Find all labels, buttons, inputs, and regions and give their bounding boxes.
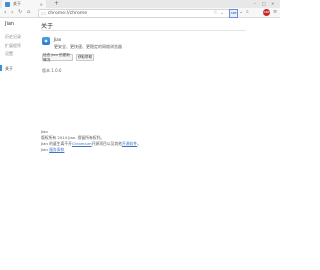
footer-credits-suffix: 。 xyxy=(137,141,141,146)
title-divider xyxy=(41,30,246,31)
tab-about[interactable]: 关于 × xyxy=(2,0,46,8)
footer-terms-prefix: Jian xyxy=(41,147,48,152)
page-icon: ▭ xyxy=(41,10,46,17)
menu-icon[interactable]: ≡ xyxy=(273,9,277,16)
app-name: Jian xyxy=(54,37,62,42)
version-text: 版本 1.0.0 xyxy=(42,68,62,73)
maximize-button[interactable]: □ xyxy=(262,0,266,8)
bookmark-star-icon[interactable]: ☆ xyxy=(213,10,217,17)
dropdown-icon[interactable]: ⌄ xyxy=(220,10,224,17)
footer-product: Jian xyxy=(41,129,48,134)
forward-button[interactable]: › xyxy=(11,9,13,16)
search-icon[interactable]: ⌕ xyxy=(246,9,249,16)
app-logo-icon: ◉ xyxy=(42,37,50,45)
check-updates-button[interactable]: 检查 Jian 的更新情况 xyxy=(42,53,73,62)
sidebar-item-history[interactable]: 历史记录 xyxy=(5,34,21,40)
browser-toolbar: ‹ › ↻ ⌂ ▭ chrome://chrome ☆ ⌄ ABP ⌄ ⌕ AB… xyxy=(0,8,280,18)
page-title: 关于 xyxy=(41,23,54,30)
reload-button[interactable]: ↻ xyxy=(18,9,22,16)
sidebar-item-settings[interactable]: 设置 xyxy=(5,51,13,57)
active-indicator xyxy=(0,65,2,71)
extension-button[interactable]: ABP xyxy=(229,9,238,18)
open-source-link[interactable]: 开源软件 xyxy=(122,141,137,146)
sidebar-item-about[interactable]: 关于 xyxy=(5,66,13,72)
tab-close-icon[interactable]: × xyxy=(40,2,43,7)
app-tagline: 更安全、更快速、更稳定的网络浏览器 xyxy=(54,44,122,49)
minimize-button[interactable]: – xyxy=(254,0,256,8)
home-button[interactable]: ⌂ xyxy=(27,9,30,16)
sidebar-title: Jian xyxy=(5,21,15,27)
chromium-link[interactable]: Chromium xyxy=(72,141,92,146)
app-favicon-icon xyxy=(5,1,10,7)
footer-credits-mid: 开源项目以及其他 xyxy=(91,141,122,146)
footer-credits-prefix: Jian 的诞生离不开 xyxy=(41,141,72,146)
new-tab-button[interactable]: + xyxy=(54,0,59,8)
footer-terms: Jian 服务条款 xyxy=(41,147,64,153)
back-button[interactable]: ‹ xyxy=(4,9,6,16)
terms-of-service-link[interactable]: 服务条款 xyxy=(49,147,64,152)
address-text: chrome://chrome xyxy=(47,11,88,16)
get-help-button[interactable]: 获取帮助 xyxy=(76,54,94,61)
dropdown-arrow-icon[interactable]: ⌄ xyxy=(239,9,243,16)
address-bar[interactable]: ▭ chrome://chrome ☆ ⌄ xyxy=(38,9,230,18)
tab-strip: 关于 × + – □ × xyxy=(0,0,280,8)
adblock-button[interactable]: ABP xyxy=(263,9,270,16)
close-window-button[interactable]: × xyxy=(271,0,274,8)
sidebar-item-extensions[interactable]: 扩展程序 xyxy=(5,43,21,49)
tab-title: 关于 xyxy=(13,1,21,6)
